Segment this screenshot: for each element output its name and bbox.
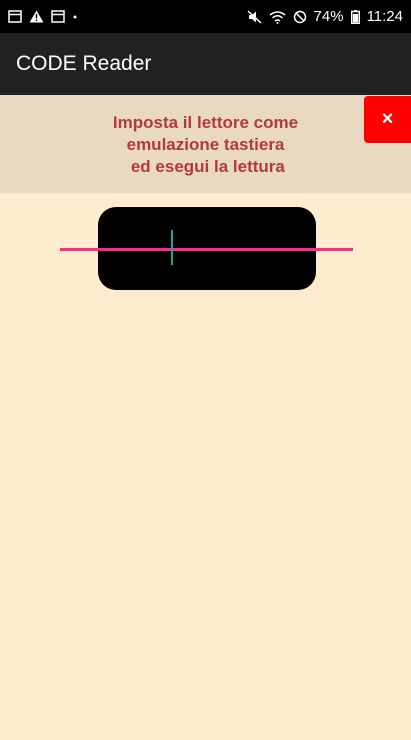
text-cursor — [171, 230, 173, 265]
instruction-text: Imposta il lettore come emulazione tasti… — [0, 112, 411, 178]
app-title: CODE Reader — [16, 52, 152, 75]
close-icon: × — [381, 108, 394, 130]
dot-icon — [72, 10, 78, 23]
instruction-line: Imposta il lettore come — [112, 113, 299, 132]
calendar-icon — [8, 10, 22, 23]
app-bar: CODE Reader — [0, 33, 411, 95]
status-right-icons: 74% 11:24 — [247, 8, 403, 25]
close-button[interactable]: × — [364, 96, 411, 143]
wifi-icon — [269, 10, 286, 24]
calendar-icon — [51, 10, 65, 23]
blocked-icon — [293, 10, 307, 24]
scan-line — [60, 248, 353, 251]
status-bar: 74% 11:24 — [0, 0, 411, 33]
instruction-banner: Imposta il lettore come emulazione tasti… — [0, 95, 411, 193]
instruction-line: ed esegui la lettura — [126, 157, 285, 176]
battery-icon — [350, 9, 360, 24]
instruction-line: emulazione tastiera — [126, 135, 285, 154]
status-time: 11:24 — [366, 8, 403, 25]
battery-percent: 74% — [313, 8, 344, 25]
mute-icon — [247, 9, 262, 24]
status-left-icons — [8, 10, 78, 23]
warning-icon — [29, 10, 44, 23]
